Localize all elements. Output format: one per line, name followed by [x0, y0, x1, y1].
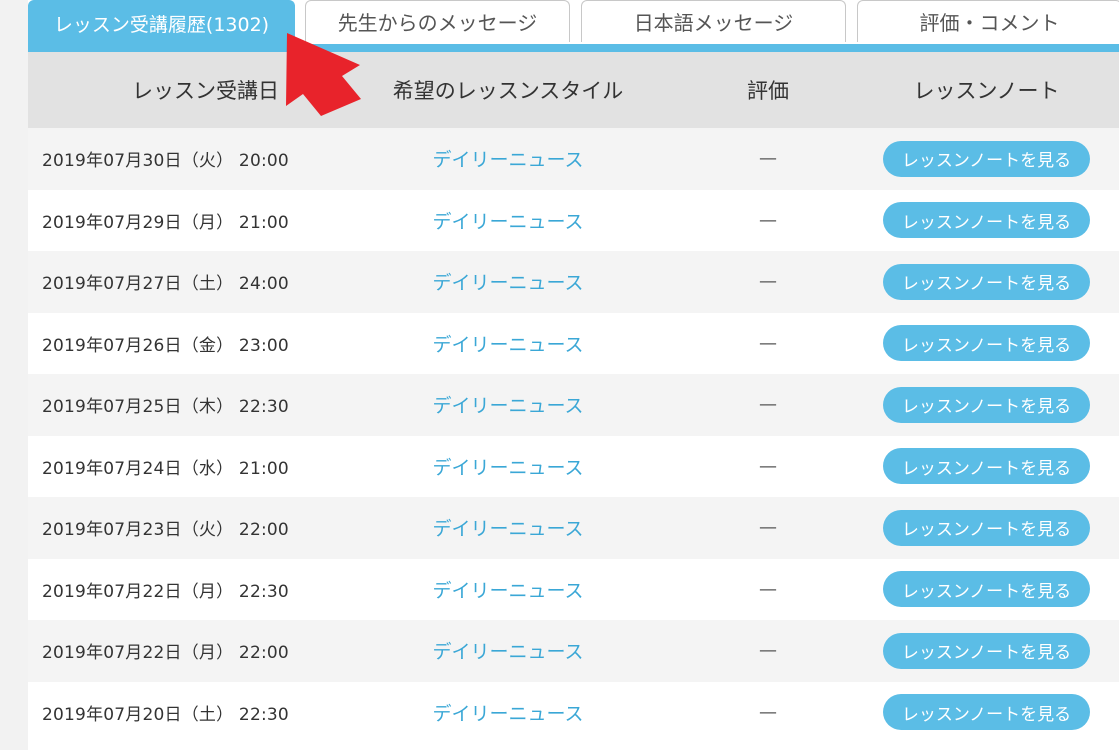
- lesson-date: 2019年07月22日（月） 22:00: [42, 643, 289, 664]
- table-header: レッスン受講日 希望のレッスンスタイル 評価 レッスンノート: [28, 52, 1119, 128]
- lesson-style-link[interactable]: デイリーニュース: [383, 559, 633, 621]
- lesson-date: 2019年07月24日（水） 21:00: [42, 458, 289, 479]
- tab-japanese-messages[interactable]: 日本語メッセージ: [581, 0, 846, 42]
- lesson-style-link[interactable]: デイリーニュース: [383, 190, 633, 252]
- table-row: 2019年07月30日（火） 20:00 デイリーニュース — レッスンノートを…: [28, 128, 1119, 190]
- header-rating: 評価: [747, 79, 789, 103]
- table-row: 2019年07月29日（月） 21:00 デイリーニュース — レッスンノートを…: [28, 189, 1119, 252]
- rating-value: —: [759, 578, 777, 600]
- note-cell: レッスンノートを見る: [883, 559, 1090, 621]
- lesson-style-link[interactable]: デイリーニュース: [383, 497, 633, 559]
- note-cell: レッスンノートを見る: [883, 251, 1090, 313]
- note-cell: レッスンノートを見る: [883, 374, 1090, 436]
- lesson-date: 2019年07月22日（月） 22:30: [42, 581, 289, 602]
- view-lesson-note-button[interactable]: レッスンノートを見る: [883, 694, 1090, 731]
- lesson-style-link[interactable]: デイリーニュース: [383, 374, 633, 436]
- table-row: 2019年07月20日（土） 22:30 デイリーニュース — レッスンノートを…: [28, 681, 1119, 744]
- lesson-date: 2019年07月26日（金） 23:00: [42, 335, 289, 356]
- view-lesson-note-button[interactable]: レッスンノートを見る: [883, 325, 1090, 362]
- note-cell: レッスンノートを見る: [883, 128, 1090, 190]
- rating-value: —: [759, 332, 777, 354]
- tab-underline: [28, 44, 1119, 52]
- view-lesson-note-button[interactable]: レッスンノートを見る: [883, 263, 1090, 300]
- lesson-date: 2019年07月27日（土） 24:00: [42, 274, 289, 295]
- lesson-style-link[interactable]: デイリーニュース: [383, 313, 633, 375]
- tab-bar: レッスン受講履歴(1302) 先生からのメッセージ 日本語メッセージ 評価・コメ…: [28, 0, 1119, 52]
- note-cell: レッスンノートを見る: [883, 497, 1090, 559]
- tab-lesson-history[interactable]: レッスン受講履歴(1302): [28, 0, 295, 46]
- rating-value: —: [759, 271, 777, 293]
- table-row: 2019年07月25日（木） 22:30 デイリーニュース — レッスンノートを…: [28, 374, 1119, 436]
- view-lesson-note-button[interactable]: レッスンノートを見る: [883, 509, 1090, 546]
- rating-value: —: [759, 640, 777, 662]
- lesson-style-link[interactable]: デイリーニュース: [383, 436, 633, 498]
- note-cell: レッスンノートを見る: [883, 436, 1090, 498]
- lesson-style-link[interactable]: デイリーニュース: [383, 682, 633, 744]
- tab-ratings-comments[interactable]: 評価・コメント: [857, 0, 1119, 42]
- lesson-date: 2019年07月20日（土） 22:30: [42, 704, 289, 725]
- view-lesson-note-button[interactable]: レッスンノートを見る: [883, 632, 1090, 669]
- note-cell: レッスンノートを見る: [883, 620, 1090, 682]
- table-row: 2019年07月22日（月） 22:30 デイリーニュース — レッスンノートを…: [28, 558, 1119, 621]
- lesson-history-panel: レッスン受講履歴(1302) 先生からのメッセージ 日本語メッセージ 評価・コメ…: [28, 0, 1119, 750]
- header-lesson-style: 希望のレッスンスタイル: [392, 79, 624, 103]
- table-row: 2019年07月27日（土） 24:00 デイリーニュース — レッスンノートを…: [28, 251, 1119, 313]
- header-lesson-date: レッスン受講日: [132, 79, 279, 103]
- view-lesson-note-button[interactable]: レッスンノートを見る: [883, 140, 1090, 177]
- note-cell: レッスンノートを見る: [883, 682, 1090, 744]
- lesson-date: 2019年07月29日（月） 21:00: [42, 212, 289, 233]
- lesson-style-link[interactable]: デイリーニュース: [383, 251, 633, 313]
- note-cell: レッスンノートを見る: [883, 313, 1090, 375]
- tab-teacher-messages[interactable]: 先生からのメッセージ: [305, 0, 570, 42]
- rating-value: —: [759, 209, 777, 231]
- table-body: 2019年07月30日（火） 20:00 デイリーニュース — レッスンノートを…: [28, 128, 1119, 743]
- rating-value: —: [759, 394, 777, 416]
- view-lesson-note-button[interactable]: レッスンノートを見る: [883, 386, 1090, 423]
- lesson-history-table: レッスン受講日 希望のレッスンスタイル 評価 レッスンノート 2019年07月3…: [28, 52, 1119, 743]
- table-row: 2019年07月22日（月） 22:00 デイリーニュース — レッスンノートを…: [28, 620, 1119, 682]
- view-lesson-note-button[interactable]: レッスンノートを見る: [883, 202, 1090, 239]
- table-row: 2019年07月24日（水） 21:00 デイリーニュース — レッスンノートを…: [28, 435, 1119, 498]
- view-lesson-note-button[interactable]: レッスンノートを見る: [883, 571, 1090, 608]
- header-lesson-note: レッスンノート: [913, 79, 1060, 103]
- table-row: 2019年07月23日（火） 22:00 デイリーニュース — レッスンノートを…: [28, 497, 1119, 559]
- rating-value: —: [759, 148, 777, 170]
- rating-value: —: [759, 455, 777, 477]
- lesson-style-link[interactable]: デイリーニュース: [383, 620, 633, 682]
- lesson-date: 2019年07月30日（火） 20:00: [42, 151, 289, 172]
- rating-value: —: [759, 517, 777, 539]
- lesson-style-link[interactable]: デイリーニュース: [383, 128, 633, 190]
- rating-value: —: [759, 701, 777, 723]
- view-lesson-note-button[interactable]: レッスンノートを見る: [883, 448, 1090, 485]
- note-cell: レッスンノートを見る: [883, 190, 1090, 252]
- lesson-date: 2019年07月23日（火） 22:00: [42, 520, 289, 541]
- lesson-date: 2019年07月25日（木） 22:30: [42, 397, 289, 418]
- table-row: 2019年07月26日（金） 23:00 デイリーニュース — レッスンノートを…: [28, 312, 1119, 375]
